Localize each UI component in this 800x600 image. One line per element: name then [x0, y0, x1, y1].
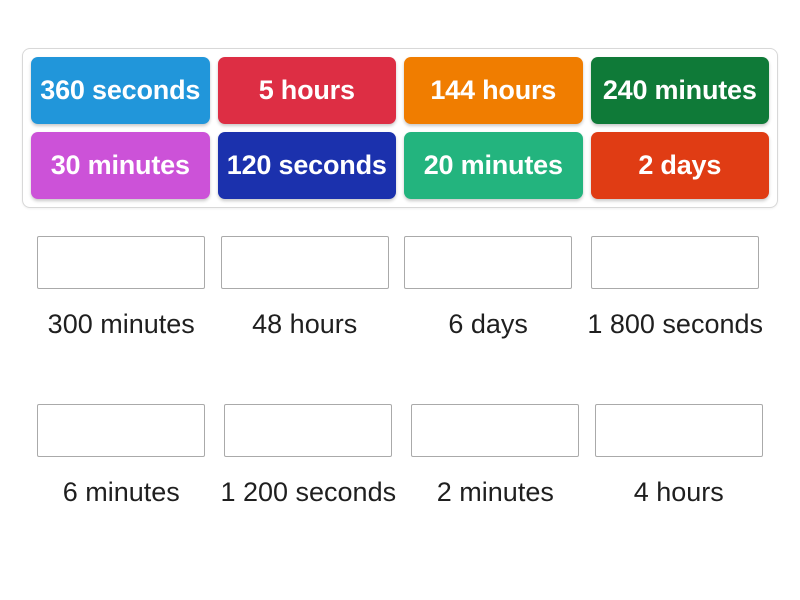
- dropzone-cell: 1 800 seconds: [587, 236, 763, 340]
- draggable-tile[interactable]: 240 minutes: [590, 57, 769, 124]
- dropzone-label: 48 hours: [252, 309, 358, 339]
- dropzone-cell: 6 days: [404, 236, 573, 340]
- tile-label: 20 minutes: [423, 150, 563, 181]
- dropzone-label: 6 days: [448, 309, 528, 339]
- dropzone-cell: 48 hours: [220, 236, 389, 340]
- drop-target[interactable]: [411, 404, 580, 457]
- tile-label: 240 minutes: [602, 75, 757, 106]
- draggable-tile[interactable]: 20 minutes: [404, 132, 583, 199]
- drop-target[interactable]: [591, 236, 760, 289]
- tile-label: 30 minutes: [50, 150, 190, 181]
- tile-label: 120 seconds: [226, 150, 387, 181]
- drop-target[interactable]: [220, 236, 389, 289]
- dropzone-cell: 300 minutes: [37, 236, 206, 340]
- drop-target[interactable]: [37, 404, 206, 457]
- dropzone-cell: 1 200 seconds: [220, 404, 396, 508]
- dropzone-cell: 6 minutes: [37, 404, 206, 508]
- tile-label: 360 seconds: [40, 75, 201, 106]
- activity-root: 360 seconds 5 hours 144 hours 240 minute…: [0, 0, 800, 600]
- drop-target[interactable]: [224, 404, 393, 457]
- tile-label: 2 days: [638, 150, 722, 181]
- dropzone-cell: 4 hours: [594, 404, 763, 508]
- dropzone-cell: 2 minutes: [411, 404, 580, 508]
- dropzone-label: 2 minutes: [436, 477, 554, 507]
- dropzone-label: 6 minutes: [62, 477, 180, 507]
- dropzone-label: 300 minutes: [47, 309, 195, 339]
- drop-target[interactable]: [404, 236, 573, 289]
- dropzone-label: 1 800 seconds: [587, 309, 763, 339]
- tile-label: 144 hours: [430, 75, 557, 106]
- drop-target[interactable]: [37, 236, 206, 289]
- dropzone-row-1: 300 minutes 48 hours 6 days 1 800 second…: [37, 236, 763, 340]
- tile-grid: 360 seconds 5 hours 144 hours 240 minute…: [31, 57, 769, 199]
- drop-target[interactable]: [594, 404, 763, 457]
- dropzone-label: 1 200 seconds: [220, 477, 397, 507]
- draggable-tile[interactable]: 2 days: [590, 132, 769, 199]
- tile-label: 5 hours: [258, 75, 355, 106]
- dropzone-row-2: 6 minutes 1 200 seconds 2 minutes 4 hour…: [37, 404, 763, 508]
- tile-tray: 360 seconds 5 hours 144 hours 240 minute…: [22, 48, 778, 208]
- dropzone-label: 4 hours: [633, 477, 724, 507]
- draggable-tile[interactable]: 360 seconds: [31, 57, 210, 124]
- draggable-tile[interactable]: 144 hours: [404, 57, 583, 124]
- draggable-tile[interactable]: 30 minutes: [31, 132, 210, 199]
- draggable-tile[interactable]: 5 hours: [217, 57, 396, 124]
- draggable-tile[interactable]: 120 seconds: [217, 132, 396, 199]
